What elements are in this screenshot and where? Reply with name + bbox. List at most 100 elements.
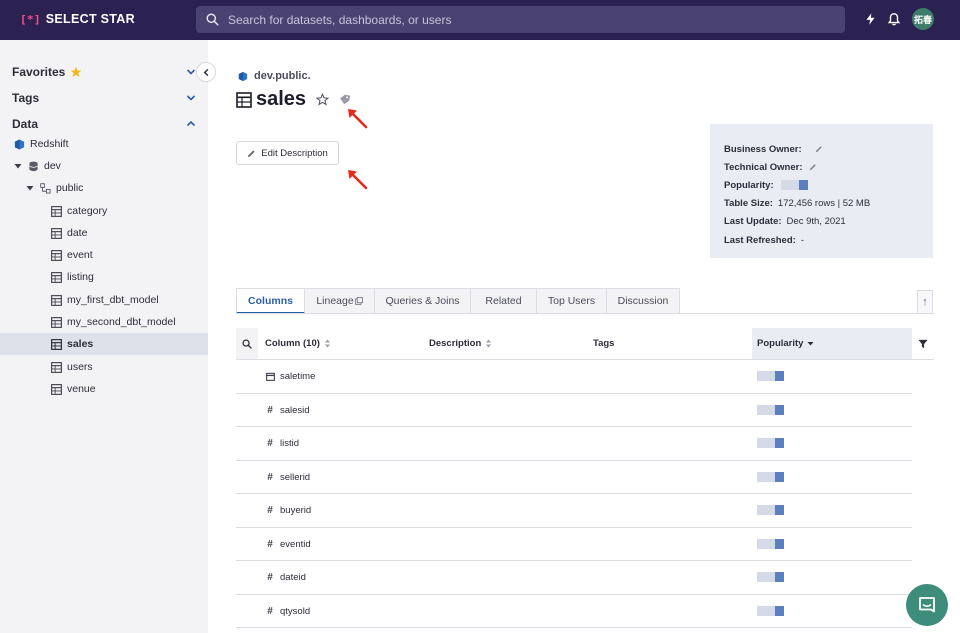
number-type-icon: # <box>267 471 273 483</box>
tree-item-label: my_second_dbt_model <box>67 316 176 328</box>
sidebar-section-favorites[interactable]: Favorites <box>12 65 196 79</box>
app-logo[interactable]: [*] SELECT STAR <box>20 12 135 26</box>
scroll-to-top-button[interactable]: ↑ <box>917 290 933 314</box>
table-row[interactable]: # salesid <box>236 394 912 427</box>
tree-item-label: users <box>67 361 93 373</box>
bell-icon[interactable] <box>886 11 902 27</box>
sidebar-collapse-button[interactable] <box>196 62 216 82</box>
column-name[interactable]: dateid <box>280 572 306 583</box>
tree-item-users[interactable]: users <box>51 356 93 378</box>
last-refreshed-label: Last Refreshed: <box>724 234 796 246</box>
tabs-divider <box>236 313 934 314</box>
column-name[interactable]: salesid <box>280 405 310 416</box>
tree-item-date[interactable]: date <box>51 222 87 244</box>
header-tags: Tags <box>593 328 614 359</box>
header-column[interactable]: Column (10) <box>265 328 331 359</box>
tab-queries-joins[interactable]: Queries & Joins <box>375 288 471 314</box>
breadcrumb-path[interactable]: dev.public. <box>254 70 311 82</box>
sidebar-section-label: Favorites <box>12 65 66 79</box>
search-icon <box>206 13 219 26</box>
number-type-icon: # <box>267 572 273 583</box>
number-type-icon: # <box>267 404 273 416</box>
chevron-up-icon[interactable] <box>186 119 196 129</box>
tree-item-my-second-dbt-model[interactable]: my_second_dbt_model <box>51 311 176 333</box>
calendar-icon <box>265 372 275 381</box>
tree-item-public[interactable]: public <box>26 177 83 199</box>
caret-down-icon[interactable] <box>14 162 22 170</box>
chat-launcher-button[interactable] <box>906 584 948 626</box>
arrow-up-icon: ↑ <box>922 296 928 308</box>
top-bar: [*] SELECT STAR 拓春 <box>0 0 960 40</box>
header-description[interactable]: Description <box>429 328 492 359</box>
tree-item-my-first-dbt-model[interactable]: my_first_dbt_model <box>51 289 159 311</box>
table-row[interactable]: saletime <box>236 360 912 394</box>
annotation-arrow-icon <box>348 170 368 190</box>
popularity-bar <box>780 180 808 191</box>
tag-icon[interactable] <box>339 94 351 106</box>
user-avatar[interactable]: 拓春 <box>912 8 934 30</box>
table-row[interactable]: # listid <box>236 427 912 461</box>
redshift-icon <box>14 138 25 150</box>
column-name[interactable]: saletime <box>280 371 315 382</box>
tab-related[interactable]: Related <box>471 288 537 314</box>
search-input[interactable] <box>228 12 828 27</box>
page-title: sales <box>256 88 307 110</box>
sort-icon[interactable] <box>485 339 492 348</box>
last-refreshed-value: - <box>800 234 804 246</box>
sort-icon[interactable] <box>324 339 331 348</box>
tree-item-sales[interactable]: sales <box>0 333 208 355</box>
tab-top-users[interactable]: Top Users <box>537 288 607 314</box>
global-search[interactable] <box>196 6 845 33</box>
column-name[interactable]: listid <box>280 438 299 449</box>
popularity-bar <box>757 605 784 616</box>
sidebar-section-tags[interactable]: Tags <box>12 91 196 105</box>
star-outline-icon[interactable] <box>316 93 330 106</box>
tab-label: Related <box>485 295 522 307</box>
tab-columns[interactable]: Columns <box>236 288 305 314</box>
column-name[interactable]: qtysold <box>280 606 310 617</box>
tree-item-category[interactable]: category <box>51 200 107 222</box>
breadcrumb[interactable]: dev.public. <box>238 70 311 82</box>
tree-item-dev[interactable]: dev <box>14 155 61 177</box>
pencil-icon[interactable] <box>815 145 823 153</box>
chevron-down-icon[interactable] <box>186 67 196 77</box>
column-name[interactable]: eventid <box>280 539 311 550</box>
tab-label: Columns <box>248 294 293 307</box>
popularity-bar <box>757 572 784 582</box>
column-search-button[interactable] <box>236 328 258 359</box>
tab-lineage[interactable]: Lineage <box>305 288 375 314</box>
tab-label: Lineage <box>316 295 354 307</box>
tab-label: Top Users <box>547 295 596 307</box>
caret-down-icon[interactable] <box>26 184 34 192</box>
tree-item-venue[interactable]: venue <box>51 378 96 400</box>
tab-discussion[interactable]: Discussion <box>607 288 680 314</box>
tree-item-listing[interactable]: listing <box>51 266 94 288</box>
table-row[interactable]: # buyerid <box>236 494 912 528</box>
popularity-bar <box>757 371 784 381</box>
table-row[interactable]: # qtysold <box>236 595 912 628</box>
database-icon <box>29 161 38 171</box>
external-link-icon <box>354 297 363 305</box>
edit-description-button[interactable]: Edit Description <box>236 141 339 165</box>
sidebar-section-data[interactable]: Data <box>12 117 196 131</box>
header-popularity[interactable]: Popularity <box>752 328 912 359</box>
filter-icon <box>918 339 928 348</box>
tree-item-redshift[interactable]: Redshift <box>14 133 69 155</box>
technical-owner-label: Technical Owner: <box>724 161 803 173</box>
filter-button[interactable] <box>912 328 934 359</box>
table-row[interactable]: # sellerid <box>236 461 912 494</box>
business-owner-label: Business Owner: <box>724 143 802 155</box>
last-update-row: Last Update: Dec 9th, 2021 <box>724 213 919 231</box>
column-name[interactable]: buyerid <box>280 505 311 516</box>
column-name[interactable]: sellerid <box>280 472 310 483</box>
redshift-icon <box>238 71 248 81</box>
pencil-icon[interactable] <box>809 163 817 171</box>
popularity-bar <box>757 471 784 482</box>
sort-desc-icon[interactable] <box>807 339 814 348</box>
chevron-down-icon[interactable] <box>186 93 196 103</box>
table-row[interactable]: # eventid <box>236 528 912 561</box>
tree-item-event[interactable]: event <box>51 244 93 266</box>
lightning-icon[interactable] <box>862 11 878 27</box>
header-column-label: Column (10) <box>265 338 320 349</box>
table-row[interactable]: # dateid <box>236 561 912 595</box>
